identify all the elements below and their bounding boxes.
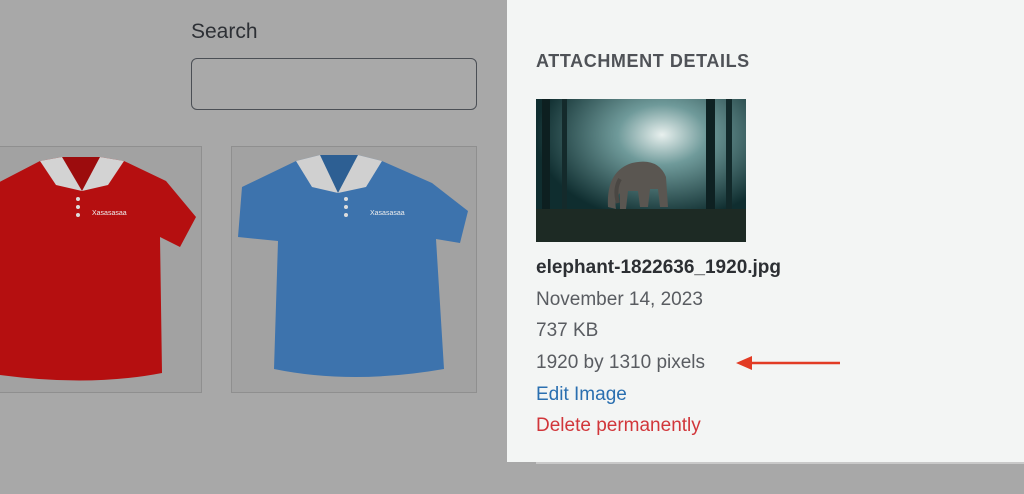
svg-text:Xasasasaa: Xasasasaa — [92, 210, 127, 217]
blue-polo-shirt-image: Xasasasaa — [238, 155, 468, 377]
attachment-filename: elephant-1822636_1920.jpg — [536, 257, 782, 278]
attachment-preview-image — [536, 99, 746, 242]
media-library-panel: Search Xasasasaa Xasasasaa — [0, 0, 507, 494]
attachment-details-title: ATTACHMENT DETAILS — [536, 51, 750, 71]
red-polo-shirt-image: Xasasasaa — [0, 157, 196, 381]
media-item-red-polo-shirt[interactable]: Xasasasaa — [0, 146, 202, 393]
edit-image-link[interactable]: Edit Image — [536, 384, 627, 406]
search-input[interactable] — [191, 58, 477, 110]
media-item-blue-polo-shirt[interactable]: Xasasasaa — [231, 146, 477, 393]
delete-permanently-link[interactable]: Delete permanently — [536, 415, 701, 437]
attachment-file-size: 737 KB — [536, 320, 599, 341]
attachment-dimensions: 1920 by 1310 pixels — [536, 352, 706, 373]
attachment-details-panel: ATTACHMENT DETAILS elephant-1822636_1920… — [507, 0, 1024, 462]
annotation-arrow-icon — [736, 356, 840, 370]
attachment-upload-date: November 14, 2023 — [536, 289, 703, 310]
search-label: Search — [191, 20, 258, 43]
svg-text:Xasasasaa: Xasasasaa — [370, 210, 405, 217]
details-footer — [507, 462, 1024, 494]
footer-divider — [536, 462, 1024, 464]
elephant-image — [536, 99, 746, 242]
